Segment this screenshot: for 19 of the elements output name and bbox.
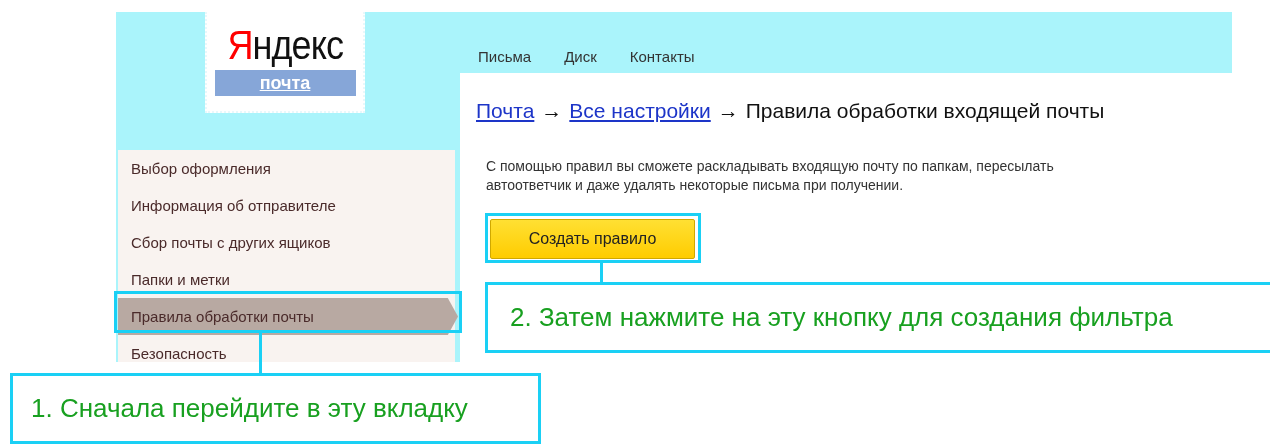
- callout: 2. Затем нажмите на эту кнопку для создания фильтра: [485, 282, 1270, 353]
- sidebar-item[interactable]: Папки и метки: [118, 261, 455, 298]
- sidebar-item[interactable]: Сбор почты с других ящиков: [118, 224, 455, 261]
- breadcrumb-link[interactable]: Все настройки: [569, 99, 711, 123]
- sidebar-item[interactable]: Безопасность: [118, 335, 455, 362]
- nav-link[interactable]: Диск: [564, 48, 597, 65]
- create-rule-button[interactable]: Создать правило: [490, 219, 695, 259]
- callout: 1. Сначала перейдите в эту вкладку: [10, 373, 541, 444]
- breadcrumb-separator: →: [541, 99, 563, 123]
- logo[interactable]: Яндекс: [227, 22, 343, 68]
- description-text: автоответчик и даже удалять некоторые письма при получении.: [486, 176, 905, 195]
- nav-link[interactable]: Контакты: [629, 48, 695, 65]
- page-title: Правила обработки входящей почты: [745, 99, 1105, 123]
- breadcrumb-separator: →: [717, 99, 739, 123]
- sidebar-item[interactable]: Выбор оформления: [118, 150, 455, 187]
- description-text: С помощью правил вы сможете раскладывать входящую почту по папкам, пересылать: [486, 157, 1055, 176]
- breadcrumb-link[interactable]: Почта: [476, 99, 535, 123]
- sidebar-item[interactable]: Информация об отправителе: [118, 187, 455, 224]
- nav-link[interactable]: Письма: [478, 48, 532, 65]
